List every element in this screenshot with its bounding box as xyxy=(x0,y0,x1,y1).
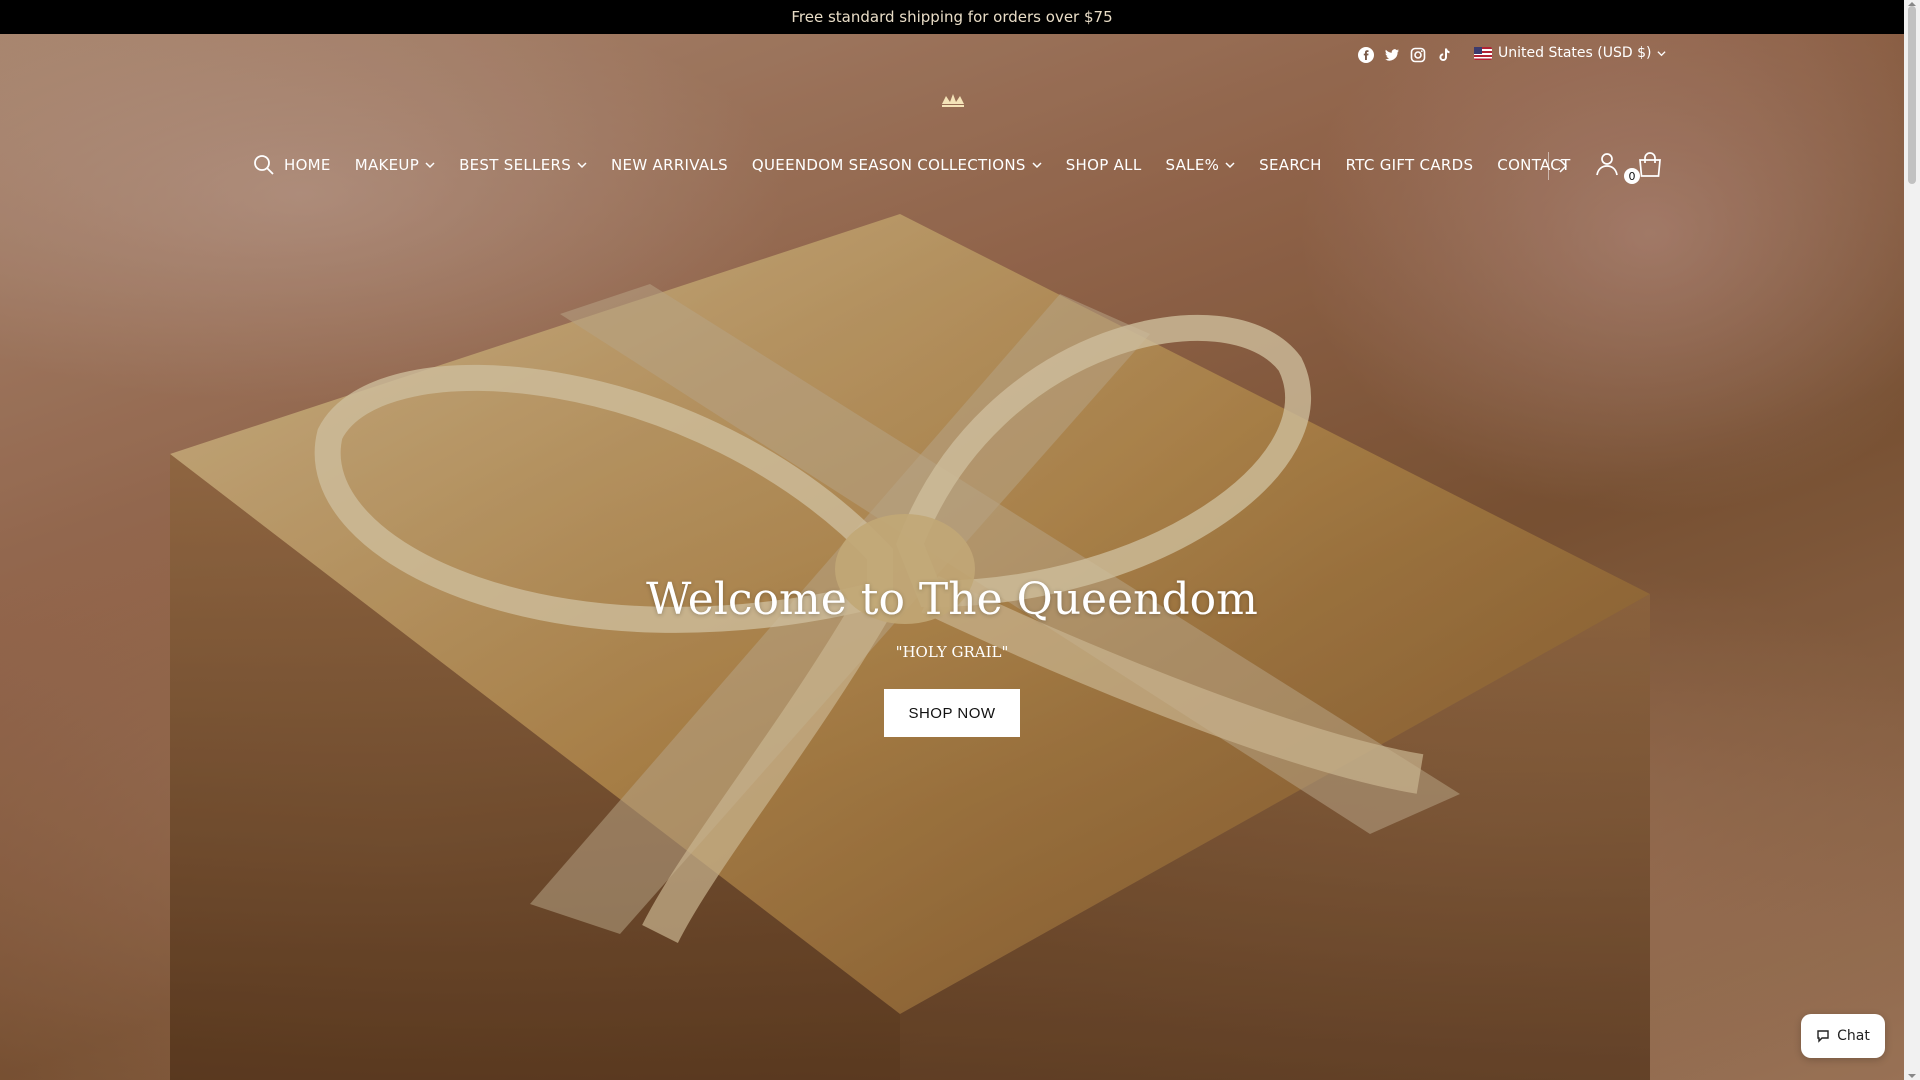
nav-search[interactable]: SEARCH xyxy=(1259,156,1322,174)
instagram-icon[interactable] xyxy=(1410,47,1426,63)
country-label: United States (USD $) xyxy=(1498,45,1652,61)
user-icon xyxy=(1596,153,1618,176)
nav-makeup-label: MAKEUP xyxy=(354,156,420,174)
scroll-down-arrow[interactable] xyxy=(1908,1074,1916,1078)
page-scrollbar[interactable] xyxy=(1904,0,1920,1080)
announcement-text: Free standard shipping for orders over $… xyxy=(791,8,1113,26)
chat-bubble-icon xyxy=(1817,1030,1829,1043)
country-selector[interactable]: United States (USD $) xyxy=(1474,45,1667,61)
nav-queendom-label: QUEENDOM SEASON COLLECTIONS xyxy=(751,156,1026,174)
account-button[interactable] xyxy=(1594,151,1620,177)
chat-button[interactable]: Chat xyxy=(1801,1014,1885,1058)
cart-count-badge: 0 xyxy=(1624,168,1640,184)
chevron-right-icon xyxy=(1559,159,1568,173)
store-logo[interactable] xyxy=(938,90,968,112)
nav-search-label: SEARCH xyxy=(1259,156,1322,174)
chevron-down-icon xyxy=(425,162,435,169)
shop-now-button[interactable]: SHOP NOW xyxy=(884,689,1020,737)
nav-rtc-gift-cards[interactable]: RTC GIFT CARDS xyxy=(1346,156,1474,174)
scrollbar-thumb[interactable] xyxy=(1908,6,1916,184)
chevron-down-icon xyxy=(1657,50,1667,56)
facebook-icon[interactable] xyxy=(1358,47,1374,63)
social-links xyxy=(1358,47,1452,63)
nav-items: HOME MAKEUP BEST SELLERS NEW ARRIVALS QU… xyxy=(284,156,1574,174)
nav-queendom-season-collections[interactable]: QUEENDOM SEASON COLLECTIONS xyxy=(752,156,1042,174)
tiktok-icon[interactable] xyxy=(1436,47,1452,63)
nav-makeup[interactable]: MAKEUP xyxy=(355,156,435,174)
chevron-down-icon xyxy=(577,162,587,169)
nav-new-arrivals-label: NEW ARRIVALS xyxy=(611,156,728,174)
hero-banner xyxy=(0,34,1904,1080)
announcement-bar: Free standard shipping for orders over $… xyxy=(0,0,1904,34)
shopping-bag-icon xyxy=(1639,152,1661,177)
nav-new-arrivals[interactable]: NEW ARRIVALS xyxy=(611,156,728,174)
chevron-down-icon xyxy=(1032,162,1042,169)
nav-scroll-right-button[interactable] xyxy=(1548,152,1577,180)
hero-overlay xyxy=(0,34,1904,1080)
cart-button[interactable] xyxy=(1636,151,1664,179)
main-navigation: HOME MAKEUP BEST SELLERS NEW ARRIVALS QU… xyxy=(252,150,1574,180)
nav-sale[interactable]: SALE% xyxy=(1166,156,1236,174)
nav-home-label: HOME xyxy=(284,156,331,174)
chevron-down-icon xyxy=(1225,162,1235,169)
us-flag-icon xyxy=(1474,46,1492,60)
search-icon[interactable] xyxy=(252,153,276,177)
hero-subtitle: "HOLY GRAIL" xyxy=(895,643,1009,661)
nav-best-sellers[interactable]: BEST SELLERS xyxy=(459,156,587,174)
nav-shop-all[interactable]: SHOP ALL xyxy=(1066,156,1142,174)
chat-label: Chat xyxy=(1837,1028,1870,1044)
nav-gift-cards-label: RTC GIFT CARDS xyxy=(1345,156,1474,174)
hero-title: Welcome to The Queendom xyxy=(646,574,1258,625)
nav-home[interactable]: HOME xyxy=(284,156,331,174)
nav-shop-all-label: SHOP ALL xyxy=(1065,156,1142,174)
nav-best-sellers-label: BEST SELLERS xyxy=(459,156,572,174)
nav-sale-label: SALE% xyxy=(1165,156,1220,174)
twitter-icon[interactable] xyxy=(1384,47,1400,63)
